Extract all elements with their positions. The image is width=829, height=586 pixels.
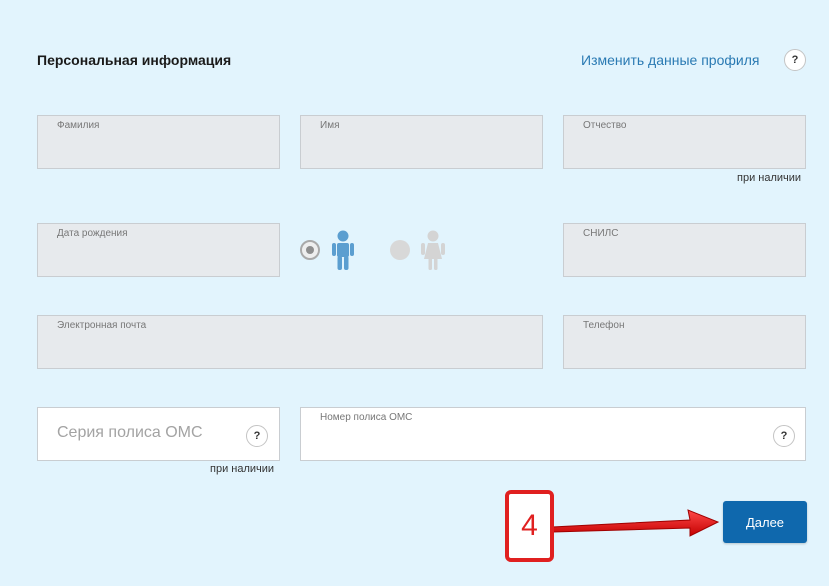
phone-field[interactable]: Телефон [563,315,806,369]
section-title: Персональная информация [37,52,232,68]
patronymic-field[interactable]: Отчество [563,115,806,169]
last-name-label: Фамилия [57,120,100,131]
oms-series-note: при наличии [210,463,275,475]
phone-label: Телефон [583,320,625,331]
email-field[interactable]: Электронная почта [37,315,543,369]
birth-date-field[interactable]: Дата рождения [37,223,280,277]
oms-series-help-icon[interactable]: ? [246,425,268,447]
help-icon[interactable]: ? [784,49,806,71]
gender-male-radio[interactable] [300,240,320,260]
gender-female-radio[interactable] [390,240,410,260]
last-name-field[interactable]: Фамилия [37,115,280,169]
next-button[interactable]: Далее [723,501,807,543]
male-figure-icon[interactable] [330,230,356,271]
snils-label: СНИЛС [583,228,619,239]
patronymic-note: при наличии [737,172,802,184]
step-number-badge: 4 [505,490,554,562]
first-name-label: Имя [320,120,340,131]
oms-series-field[interactable]: Серия полиса ОМС [37,407,280,461]
oms-series-placeholder: Серия полиса ОМС [57,424,203,441]
birth-date-label: Дата рождения [57,228,128,239]
female-figure-icon[interactable] [420,230,446,271]
oms-number-help-icon[interactable]: ? [773,425,795,447]
annotation-arrow-icon [551,509,720,537]
edit-profile-link[interactable]: Изменить данные профиля [581,52,759,68]
email-label: Электронная почта [57,320,147,331]
radio-selected-dot [306,246,314,254]
oms-number-field[interactable]: Номер полиса ОМС [300,407,806,461]
oms-number-label: Номер полиса ОМС [320,412,413,423]
patronymic-label: Отчество [583,120,627,131]
snils-field[interactable]: СНИЛС [563,223,806,277]
first-name-field[interactable]: Имя [300,115,543,169]
